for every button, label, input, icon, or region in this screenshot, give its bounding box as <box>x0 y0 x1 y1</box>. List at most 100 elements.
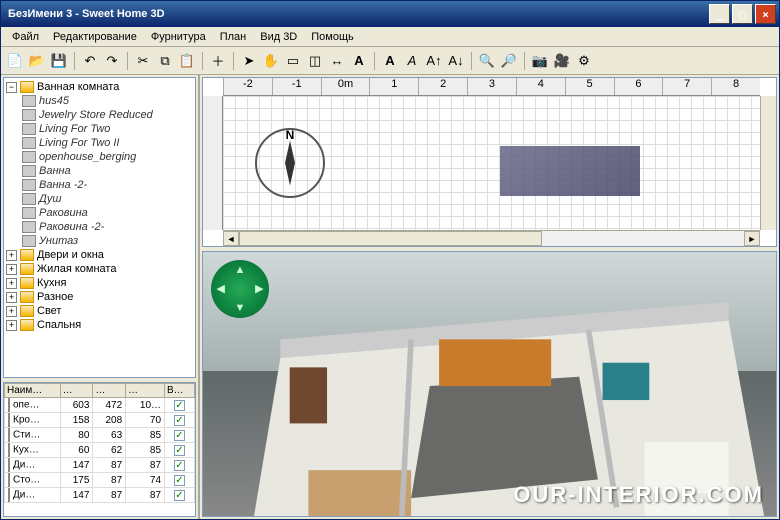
checkbox-icon[interactable]: ✓ <box>174 460 185 471</box>
expand-icon[interactable]: + <box>6 264 17 275</box>
plan-view[interactable]: -2-10m12345678 ◄ ► <box>202 77 777 247</box>
table-header[interactable]: … <box>60 384 93 398</box>
maximize-button[interactable]: □ <box>732 4 753 24</box>
menu-furniture[interactable]: Фурнитура <box>144 29 213 45</box>
video-icon[interactable]: 🎥 <box>552 51 572 71</box>
save-icon[interactable]: 💾 <box>49 51 69 71</box>
expand-icon[interactable]: + <box>6 320 17 331</box>
copy-icon[interactable]: ⧉ <box>155 51 175 71</box>
table-row[interactable]: Ди…1478787✓ <box>5 458 195 473</box>
expand-icon[interactable]: + <box>6 292 17 303</box>
catalog-item[interactable]: Living For Two II <box>6 136 193 150</box>
cell-visible[interactable]: ✓ <box>165 473 195 488</box>
table-header[interactable]: … <box>126 384 165 398</box>
catalog-item[interactable]: openhouse_berging <box>6 150 193 164</box>
horizontal-scrollbar[interactable]: ◄ ► <box>223 230 760 246</box>
menu-plan[interactable]: План <box>213 29 254 45</box>
arrow-left-icon[interactable]: ◀ <box>216 282 224 295</box>
catalog-item[interactable]: Jewelry Store Reduced <box>6 108 193 122</box>
plan-canvas[interactable] <box>223 96 760 230</box>
catalog-item[interactable]: Ванна <box>6 164 193 178</box>
table-row[interactable]: Кух…606285✓ <box>5 443 195 458</box>
table-row[interactable]: опе…60347210…✓ <box>5 398 195 413</box>
scroll-right-icon[interactable]: ► <box>744 231 760 246</box>
view-3d[interactable]: ▲ ◀▶ ▼ OUR-INTERIOR.COM <box>202 251 777 517</box>
zoom-in-icon[interactable]: 🔍 <box>477 51 497 71</box>
checkbox-icon[interactable]: ✓ <box>174 430 185 441</box>
photo-icon[interactable]: 📷 <box>530 51 550 71</box>
decrease-text-icon[interactable]: A↓ <box>446 51 466 71</box>
bold-icon[interactable]: A <box>380 51 400 71</box>
select-icon[interactable]: ➤ <box>239 51 259 71</box>
cell-visible[interactable]: ✓ <box>165 443 195 458</box>
wall-icon[interactable]: ▭ <box>283 51 303 71</box>
compass-icon[interactable] <box>255 128 325 198</box>
pan-icon[interactable]: ✋ <box>261 51 281 71</box>
catalog-item[interactable]: Ванна -2- <box>6 178 193 192</box>
scroll-track[interactable] <box>239 231 744 246</box>
checkbox-icon[interactable]: ✓ <box>174 415 185 426</box>
zoom-out-icon[interactable]: 🔎 <box>499 51 519 71</box>
open-icon[interactable]: 📂 <box>27 51 47 71</box>
minimize-button[interactable]: _ <box>709 4 730 24</box>
menu-help[interactable]: Помощь <box>304 29 361 45</box>
scroll-left-icon[interactable]: ◄ <box>223 231 239 246</box>
menu-file[interactable]: Файл <box>5 29 46 45</box>
arrow-right-icon[interactable]: ▶ <box>255 282 263 295</box>
add-furniture-icon[interactable]: ＋ <box>208 51 228 71</box>
table-header[interactable]: Наим… <box>5 384 61 398</box>
cell-visible[interactable]: ✓ <box>165 458 195 473</box>
catalog-item[interactable]: Унитаз <box>6 234 193 248</box>
table-row[interactable]: Сти…806385✓ <box>5 428 195 443</box>
checkbox-icon[interactable]: ✓ <box>174 400 185 411</box>
paste-icon[interactable]: 📋 <box>177 51 197 71</box>
table-row[interactable]: Ди…1478787✓ <box>5 488 195 503</box>
catalog-tree[interactable]: − Ванная комната hus45Jewelry Store Redu… <box>3 77 196 378</box>
catalog-item[interactable]: Living For Two <box>6 122 193 136</box>
cell-visible[interactable]: ✓ <box>165 488 195 503</box>
dimension-icon[interactable]: ↔ <box>327 51 347 71</box>
catalog-folder[interactable]: +Разное <box>6 290 193 304</box>
expand-icon[interactable]: + <box>6 278 17 289</box>
checkbox-icon[interactable]: ✓ <box>174 475 185 486</box>
cell-visible[interactable]: ✓ <box>165 428 195 443</box>
italic-icon[interactable]: A <box>402 51 422 71</box>
collapse-icon[interactable]: − <box>6 82 17 93</box>
catalog-folder[interactable]: +Жилая комната <box>6 262 193 276</box>
cell-visible[interactable]: ✓ <box>165 398 195 413</box>
catalog-item[interactable]: hus45 <box>6 94 193 108</box>
table-header[interactable]: В… <box>165 384 195 398</box>
preferences-icon[interactable]: ⚙ <box>574 51 594 71</box>
redo-icon[interactable]: ↷ <box>102 51 122 71</box>
catalog-folder[interactable]: +Свет <box>6 304 193 318</box>
vertical-scrollbar[interactable] <box>760 96 776 230</box>
expand-icon[interactable]: + <box>6 306 17 317</box>
catalog-folder[interactable]: +Кухня <box>6 276 193 290</box>
plan-model-preview[interactable] <box>500 146 640 196</box>
cut-icon[interactable]: ✂ <box>133 51 153 71</box>
increase-text-icon[interactable]: A↑ <box>424 51 444 71</box>
scroll-thumb[interactable] <box>239 231 542 246</box>
catalog-item[interactable]: Раковина <box>6 206 193 220</box>
titlebar[interactable]: БезИмени 3 - Sweet Home 3D _ □ × <box>1 1 779 27</box>
menu-view3d[interactable]: Вид 3D <box>253 29 304 45</box>
table-row[interactable]: Сто…1758774✓ <box>5 473 195 488</box>
table-row[interactable]: Кро…15820870✓ <box>5 413 195 428</box>
catalog-item[interactable]: Душ <box>6 192 193 206</box>
catalog-folder[interactable]: +Двери и окна <box>6 248 193 262</box>
checkbox-icon[interactable]: ✓ <box>174 490 185 501</box>
close-button[interactable]: × <box>755 4 776 24</box>
checkbox-icon[interactable]: ✓ <box>174 445 185 456</box>
new-icon[interactable]: 📄 <box>5 51 25 71</box>
arrow-up-icon[interactable]: ▲ <box>235 264 246 276</box>
text-icon[interactable]: A <box>349 51 369 71</box>
table-header[interactable]: … <box>93 384 126 398</box>
menu-edit[interactable]: Редактирование <box>46 29 144 45</box>
expand-icon[interactable]: + <box>6 250 17 261</box>
catalog-item[interactable]: Раковина -2- <box>6 220 193 234</box>
room-icon[interactable]: ◫ <box>305 51 325 71</box>
catalog-folder[interactable]: +Спальня <box>6 318 193 332</box>
tree-root[interactable]: − Ванная комната <box>6 80 193 94</box>
undo-icon[interactable]: ↶ <box>80 51 100 71</box>
cell-visible[interactable]: ✓ <box>165 413 195 428</box>
